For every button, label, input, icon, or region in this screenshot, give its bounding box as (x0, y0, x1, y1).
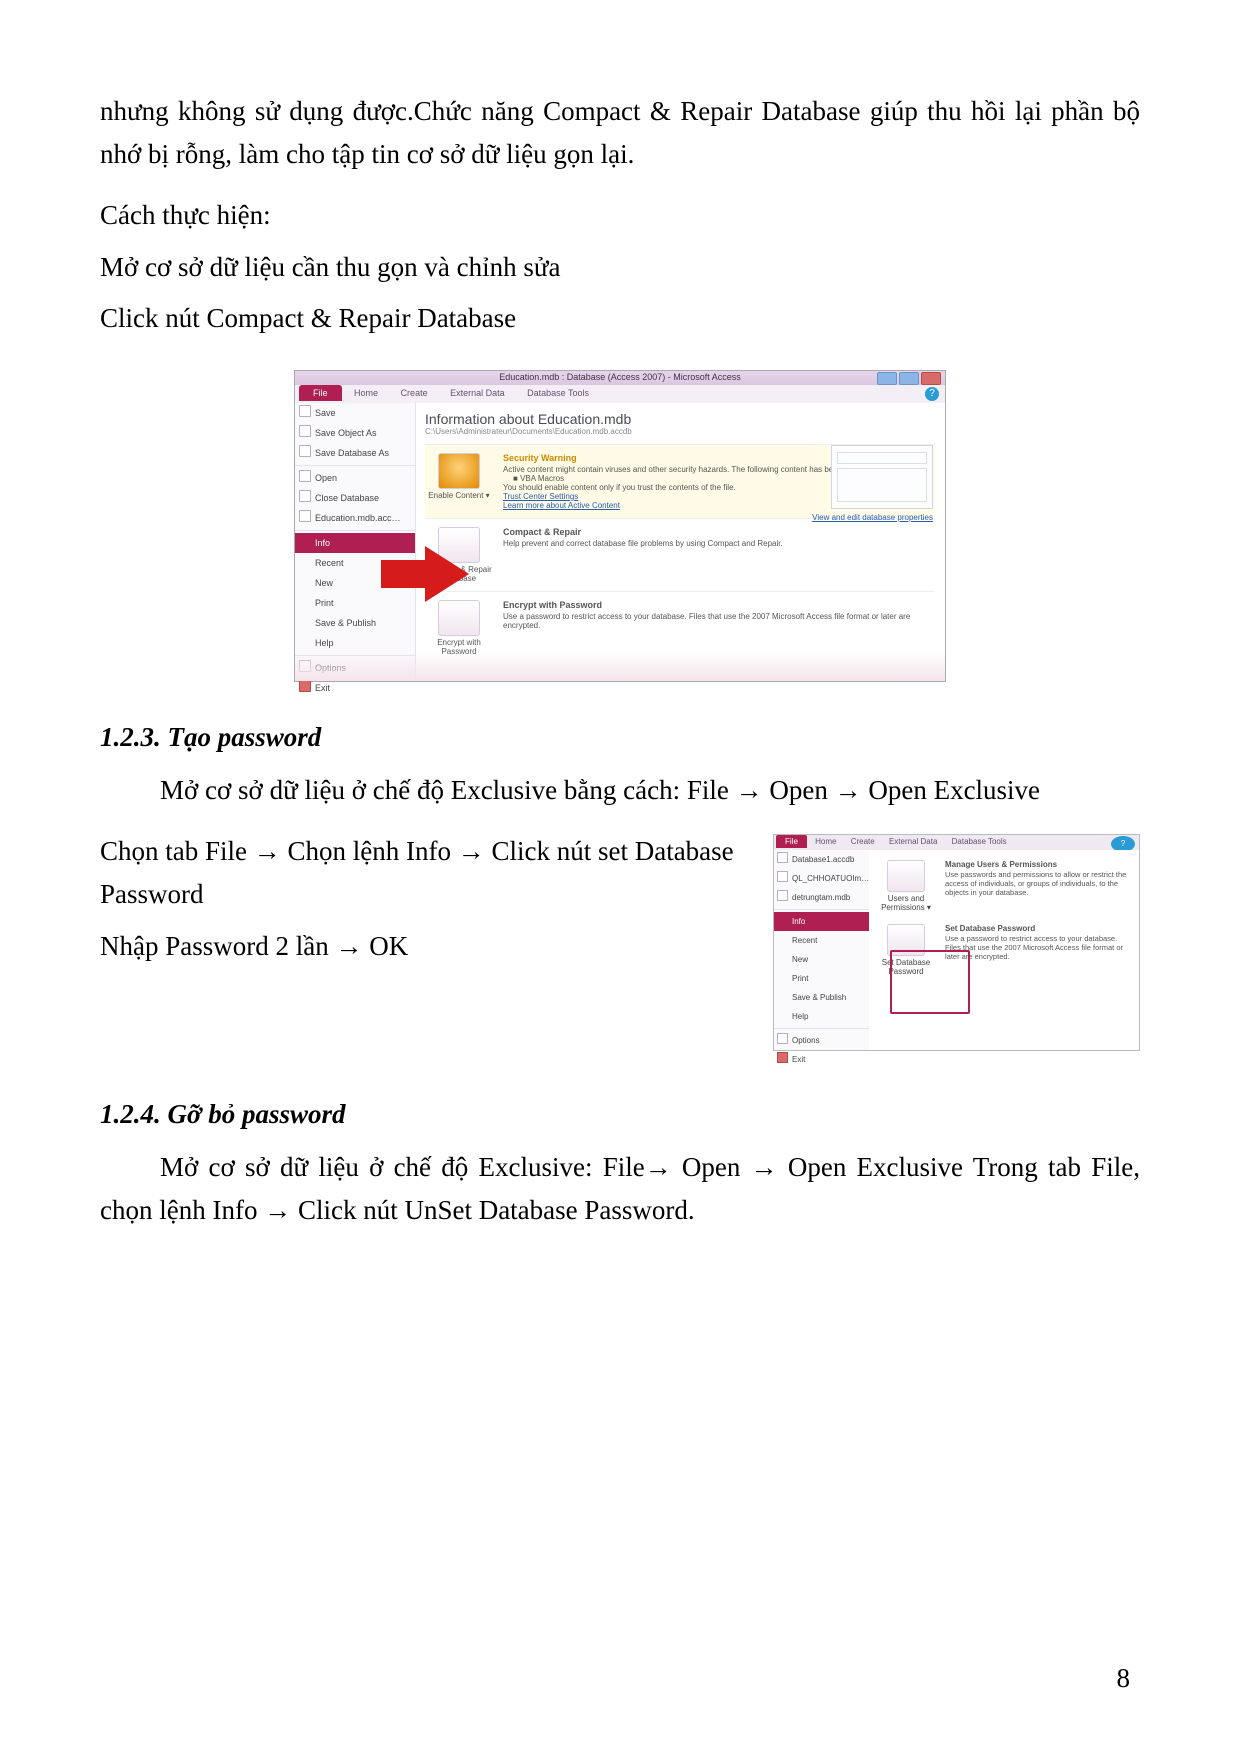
close-db-icon (299, 490, 311, 502)
maximize-button[interactable] (899, 372, 919, 385)
users-permissions-row: Users and Permissions ▾ Manage Users & P… (875, 854, 1133, 918)
section-1-2-4-heading: 1.2.4. Gỡ bỏ password (100, 1099, 1140, 1130)
howto-heading: Cách thực hiện: (100, 194, 1140, 237)
encrypt-heading: Encrypt with Password (503, 600, 935, 610)
ribbon-tabs: File Home Create External Data Database … (295, 385, 945, 404)
sidebar-save-publish[interactable]: Save & Publish (295, 613, 415, 633)
tab-external-data[interactable]: External Data (440, 385, 515, 401)
sidebar-save-database-as[interactable]: Save Database As (295, 443, 415, 463)
sidebar-exit[interactable]: Exit (295, 678, 415, 698)
window-buttons (877, 372, 941, 385)
database-preview (831, 445, 933, 509)
sidebar-options-2[interactable]: Options (774, 1031, 869, 1050)
sidebar-save-publish-2[interactable]: Save & Publish (774, 988, 869, 1007)
save-object-icon (299, 425, 311, 437)
db-file-icon (299, 510, 311, 522)
encrypt-button[interactable]: Encrypt with Password (425, 600, 493, 656)
sidebar-close-database[interactable]: Close Database (295, 488, 415, 508)
ribbon-tabs-2: File Home Create External Data Database … (774, 835, 1139, 851)
sidebar-open[interactable]: Open (295, 468, 415, 488)
lock-icon (887, 924, 925, 956)
set-password-row: Set Database Password Set Database Passw… (875, 918, 1133, 982)
save-db-icon (299, 445, 311, 457)
step-1: Mở cơ sở dữ liệu cần thu gọn và chỉnh sử… (100, 246, 1140, 289)
red-arrow-annotation (425, 546, 469, 602)
page-number: 8 (1117, 1663, 1131, 1694)
sidebar-file-2[interactable]: QL_CHHOATUOIm… (774, 869, 869, 888)
lock-icon (438, 600, 480, 636)
compact-repair-desc: Help prevent and correct database file p… (503, 539, 935, 548)
info-title: Information about Education.mdb (425, 411, 935, 427)
exit-icon (777, 1052, 788, 1063)
info-path: C:\Users\Administrateur\Documents\Educat… (425, 427, 935, 436)
users-permissions-desc: Use passwords and permissions to allow o… (945, 870, 1133, 897)
db-file-icon (777, 852, 788, 863)
sidebar-recent-file[interactable]: Education.mdb.acc… (295, 508, 415, 528)
users-permissions-heading: Manage Users & Permissions (945, 860, 1133, 869)
sidebar-file-1[interactable]: Database1.accdb (774, 850, 869, 869)
sidebar-file-3[interactable]: detrungtam.mdb (774, 888, 869, 907)
set-password-heading: Set Database Password (945, 924, 1133, 933)
minimize-button[interactable] (877, 372, 897, 385)
enable-content-button[interactable]: Enable Content ▾ (425, 453, 493, 510)
security-warning-macros: VBA Macros (520, 474, 564, 483)
tab-file-2[interactable]: File (776, 835, 807, 848)
tab-database-tools[interactable]: Database Tools (517, 385, 599, 401)
sidebar-options[interactable]: Options (295, 658, 415, 678)
compact-repair-row: Compact & Repair Database Compact & Repa… (425, 519, 935, 592)
view-properties-link[interactable]: View and edit database properties (812, 513, 933, 522)
open-icon (299, 470, 311, 482)
sidebar-recent-2[interactable]: Recent (774, 931, 869, 950)
users-permissions-button[interactable]: Users and Permissions ▾ (875, 860, 937, 912)
tab-database-tools-2[interactable]: Database Tools (946, 835, 1013, 848)
sidebar-help-2[interactable]: Help (774, 1007, 869, 1026)
close-button[interactable] (921, 372, 941, 385)
users-icon (887, 860, 925, 892)
backstage-sidebar: Save Save Object As Save Database As Ope… (295, 403, 416, 681)
encrypt-desc: Use a password to restrict access to you… (503, 612, 935, 630)
sidebar-exit-2[interactable]: Exit (774, 1050, 869, 1069)
compact-repair-heading: Compact & Repair (503, 527, 935, 537)
options-icon (299, 660, 311, 672)
tab-external-data-2[interactable]: External Data (883, 835, 943, 848)
trust-center-link[interactable]: Trust Center Settings (503, 492, 578, 501)
sidebar-new-2[interactable]: New (774, 950, 869, 969)
section-1-2-3-line1: Mở cơ sở dữ liệu ở chế độ Exclusive bằng… (100, 769, 1140, 812)
tab-home-2[interactable]: Home (809, 835, 842, 848)
section-1-2-4-line1: Mở cơ sở dữ liệu ở chế độ Exclusive: Fil… (100, 1146, 1140, 1232)
save-icon (299, 405, 311, 417)
sidebar-info-2[interactable]: Info (774, 912, 869, 931)
intro-paragraph: nhưng không sử dụng được.Chức năng Compa… (100, 90, 1140, 176)
sidebar-save-object-as[interactable]: Save Object As (295, 423, 415, 443)
db-file-icon (777, 890, 788, 901)
set-password-screenshot: File Home Create External Data Database … (773, 834, 1140, 1051)
section-1-2-3-heading: 1.2.3. Tạo password (100, 722, 1140, 753)
tab-file[interactable]: File (299, 385, 342, 401)
sidebar-print-2[interactable]: Print (774, 969, 869, 988)
shield-icon (438, 453, 480, 489)
sidebar-info[interactable]: Info (295, 533, 415, 553)
step-2: Click nút Compact & Repair Database (100, 297, 1140, 340)
encrypt-row: Encrypt with Password Encrypt with Passw… (425, 592, 935, 664)
help-icon[interactable]: ? (925, 387, 939, 401)
sidebar-help[interactable]: Help (295, 633, 415, 653)
access-info-screenshot: Education.mdb : Database (Access 2007) -… (294, 370, 946, 682)
db-file-icon (777, 871, 788, 882)
set-password-desc: Use a password to restrict access to you… (945, 934, 1133, 961)
sidebar-save[interactable]: Save (295, 403, 415, 423)
tab-create[interactable]: Create (391, 385, 438, 401)
tab-create-2[interactable]: Create (845, 835, 881, 848)
tab-home[interactable]: Home (344, 385, 388, 401)
window-titlebar: Education.mdb : Database (Access 2007) -… (295, 371, 945, 386)
exit-icon (299, 680, 311, 692)
options-icon (777, 1033, 788, 1044)
window-title: Education.mdb : Database (Access 2007) -… (499, 372, 741, 382)
learn-more-link[interactable]: Learn more about Active Content (503, 501, 620, 510)
backstage-sidebar-2: Database1.accdb QL_CHHOATUOIm… detrungta… (774, 850, 870, 1050)
set-database-password-button[interactable]: Set Database Password (875, 924, 937, 976)
sidebar-print[interactable]: Print (295, 593, 415, 613)
